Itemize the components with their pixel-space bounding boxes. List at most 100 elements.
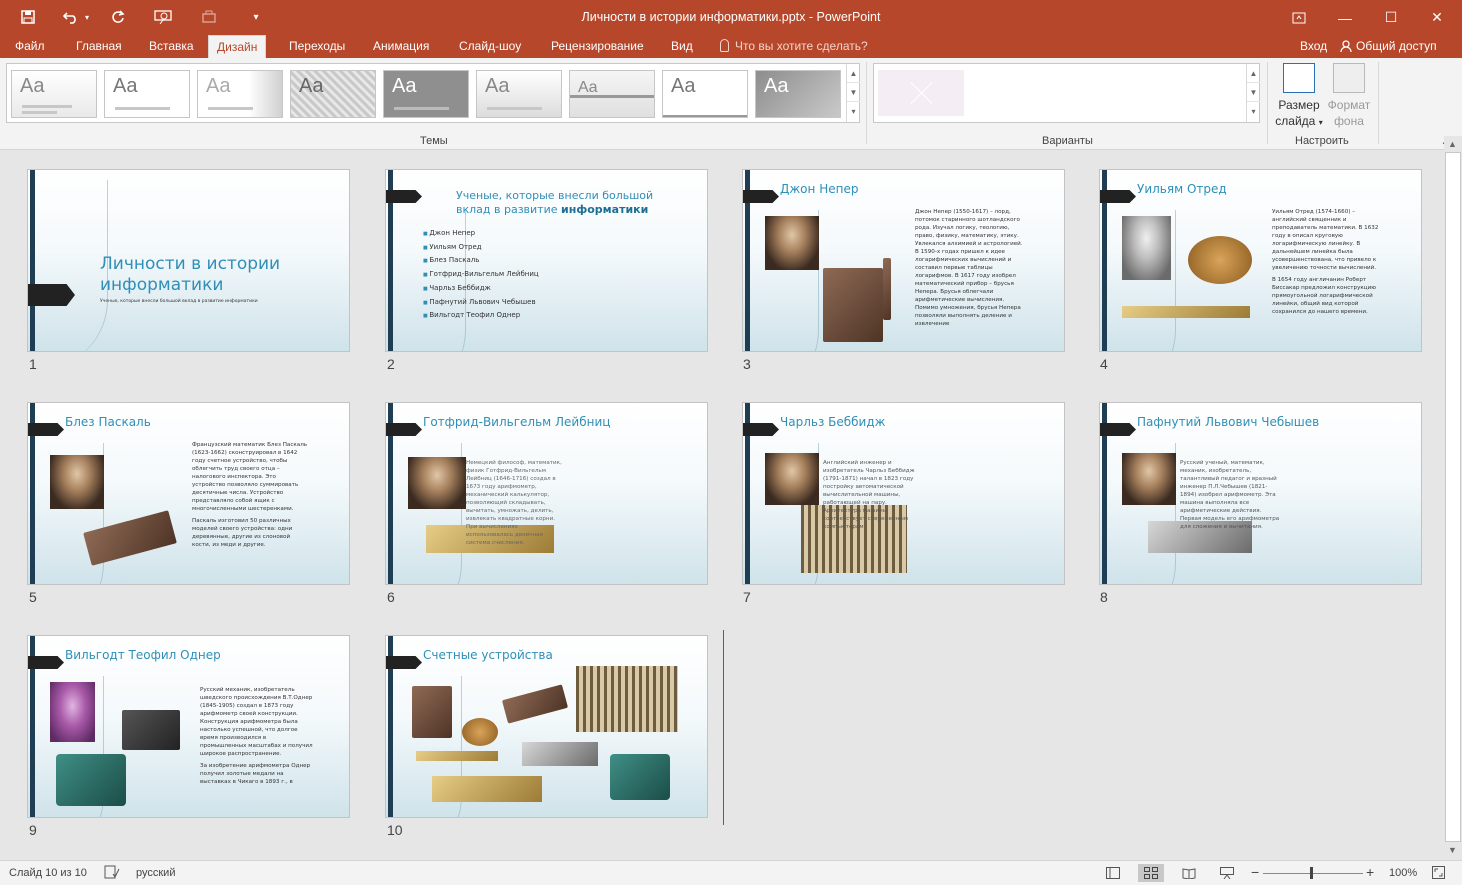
leibniz-calculator-image xyxy=(432,776,542,802)
napier-bones-image xyxy=(823,268,883,342)
theme-thumbnail[interactable]: Aa xyxy=(476,70,562,118)
ribbon-display-options-icon[interactable] xyxy=(1276,0,1322,35)
arithmometer-image xyxy=(56,754,126,806)
sign-in-link[interactable]: Вход xyxy=(1300,39,1327,53)
theme-thumbnail[interactable]: Aa xyxy=(197,70,283,118)
slide-thumbnail-9[interactable]: Вильгодт Теофил Однер Русский механик, и… xyxy=(27,635,350,818)
slide-title: Блез Паскаль xyxy=(65,415,151,429)
theme-aa: Aa xyxy=(113,75,138,97)
slide-number: 5 xyxy=(29,589,37,605)
tab-animations[interactable]: Анимация xyxy=(365,35,437,58)
status-bar: Слайд 10 из 10 русский − + 100% xyxy=(0,860,1462,885)
scroll-up-icon[interactable]: ▲ xyxy=(847,64,860,83)
fit-to-window-icon[interactable] xyxy=(1432,866,1445,882)
theme-thumbnail[interactable]: Aa xyxy=(755,70,841,118)
slide-thumbnail-8[interactable]: Пафнутий Львович Чебышев Русский ученый,… xyxy=(1099,402,1422,585)
scroll-up-icon[interactable]: ▲ xyxy=(1448,139,1457,149)
slide-thumbnail-2[interactable]: Ученые, которые внесли большой вклад в ра… xyxy=(385,169,708,352)
tab-home[interactable]: Главная xyxy=(68,35,130,58)
odhner-arithmometer-image xyxy=(122,710,180,750)
slide-sorter: Личности в истории информатики Ученые, ко… xyxy=(0,151,1444,860)
customize-group-label: Настроить xyxy=(1295,135,1349,147)
tab-file[interactable]: Файл xyxy=(7,35,53,58)
more-icon[interactable]: ▾ xyxy=(1247,102,1260,121)
theme-thumbnail[interactable]: Aa xyxy=(662,70,748,118)
slide-size-button[interactable]: Размер слайда ▾ xyxy=(1272,63,1326,131)
circular-slide-rule-image xyxy=(462,718,498,746)
maximize-button[interactable]: ☐ xyxy=(1368,0,1414,35)
slide-thumbnail-3[interactable]: Джон Непер Джон Непер (1550-1617) – лорд… xyxy=(742,169,1065,352)
slide-size-label: Размер xyxy=(1278,98,1320,112)
theme-aa: Aa xyxy=(206,75,231,97)
theme-thumbnail[interactable]: Aa xyxy=(569,70,655,118)
spelling-icon[interactable] xyxy=(104,865,120,882)
format-background-icon xyxy=(1333,63,1365,93)
slide-thumbnail-7[interactable]: Чарльз Беббидж Английский инженер и изоб… xyxy=(742,402,1065,585)
tab-transitions[interactable]: Переходы xyxy=(281,35,353,58)
slide-title: Пафнутий Львович Чебышев xyxy=(1137,415,1320,429)
minimize-button[interactable]: — xyxy=(1322,0,1368,35)
theme-thumbnail[interactable]: Aa xyxy=(383,70,469,118)
reading-view-icon[interactable] xyxy=(1176,864,1202,882)
slide-thumbnail-6[interactable]: Готфрид-Вильгельм Лейбниц Немецкий филос… xyxy=(385,402,708,585)
slide-number: 3 xyxy=(743,356,751,372)
slide-counter: Слайд 10 из 10 xyxy=(9,867,87,879)
napier-bones-image xyxy=(883,258,891,320)
tab-design[interactable]: Дизайн xyxy=(208,35,267,58)
tab-insert[interactable]: Вставка xyxy=(141,35,202,58)
tab-slideshow[interactable]: Слайд-шоу xyxy=(451,35,529,58)
gallery-scroll[interactable]: ▲ ▼ ▾ xyxy=(846,64,860,122)
language-indicator[interactable]: русский xyxy=(136,867,175,879)
theme-aa: Aa xyxy=(20,75,45,97)
scroll-down-icon[interactable]: ▼ xyxy=(1448,845,1457,855)
scroll-down-icon[interactable]: ▼ xyxy=(847,83,860,102)
scroll-thumb[interactable] xyxy=(1445,152,1461,842)
format-background-button[interactable]: Формат фона xyxy=(1324,63,1374,129)
slide-number: 4 xyxy=(1100,356,1108,372)
vertical-scrollbar[interactable]: ▲ ▼ xyxy=(1444,136,1462,860)
tell-me-box[interactable]: Что вы хотите сделать? xyxy=(720,39,868,53)
napier-bones-image xyxy=(412,686,452,738)
theme-aa: Aa xyxy=(299,75,324,97)
portrait-image xyxy=(408,457,466,509)
scroll-down-icon[interactable]: ▼ xyxy=(1247,83,1260,102)
zoom-in-button[interactable]: + xyxy=(1366,864,1374,880)
theme-thumbnail[interactable]: Aa xyxy=(104,70,190,118)
slide-rule-image xyxy=(416,751,498,761)
slide-number: 2 xyxy=(387,356,395,372)
format-background-label2: фона xyxy=(1334,114,1364,128)
slide-sorter-view-icon[interactable] xyxy=(1138,864,1164,882)
slide-bullet-list: Джон Непер Уильям Отред Блез Паскаль Гот… xyxy=(423,227,538,323)
scroll-up-icon[interactable]: ▲ xyxy=(1247,64,1260,83)
theme-aa: Aa xyxy=(392,75,417,97)
slide-title: Уильям Отред xyxy=(1137,182,1227,196)
zoom-out-button[interactable]: − xyxy=(1251,864,1259,880)
zoom-slider[interactable] xyxy=(1263,873,1363,874)
divider xyxy=(1378,62,1379,144)
slide-body-text: Французский математик Блез Паскаль (1623… xyxy=(192,442,308,548)
theme-thumbnail[interactable]: Aa xyxy=(11,70,97,118)
ribbon: Aa Aa Aa Aa Aa Aa Aa Aa Aa ▲ ▼ ▾ Темы ▲ … xyxy=(0,58,1462,150)
slide-thumbnail-10[interactable]: Счетные устройства xyxy=(385,635,708,818)
variants-scroll[interactable]: ▲ ▼ ▾ xyxy=(1246,64,1260,122)
slide-thumbnail-5[interactable]: Блез Паскаль Французский математик Блез … xyxy=(27,402,350,585)
normal-view-icon[interactable] xyxy=(1100,864,1126,882)
zoom-slider-thumb[interactable] xyxy=(1310,867,1313,879)
insertion-marker xyxy=(723,630,724,825)
slide-thumbnail-4[interactable]: Уильям Отред Уильям Отред (1574-1660) – … xyxy=(1099,169,1422,352)
tab-review[interactable]: Рецензирование xyxy=(543,35,652,58)
variant-thumbnail[interactable] xyxy=(878,70,964,116)
share-button[interactable]: Общий доступ xyxy=(1340,39,1437,53)
theme-thumbnail[interactable]: Aa xyxy=(290,70,376,118)
slide-size-icon xyxy=(1283,63,1315,93)
zoom-level[interactable]: 100% xyxy=(1389,867,1417,879)
slideshow-view-icon[interactable] xyxy=(1214,864,1240,882)
more-icon[interactable]: ▾ xyxy=(847,102,860,121)
slide-thumbnail-1[interactable]: Личности в истории информатики Ученые, ко… xyxy=(27,169,350,352)
close-button[interactable]: ✕ xyxy=(1414,0,1460,35)
themes-gallery: Aa Aa Aa Aa Aa Aa Aa Aa Aa ▲ ▼ ▾ xyxy=(6,63,860,123)
tab-view[interactable]: Вид xyxy=(663,35,701,58)
theme-aa: Aa xyxy=(764,75,789,97)
divider xyxy=(866,62,867,144)
window-title: Личности в истории информатики.pptx - Po… xyxy=(581,10,881,24)
